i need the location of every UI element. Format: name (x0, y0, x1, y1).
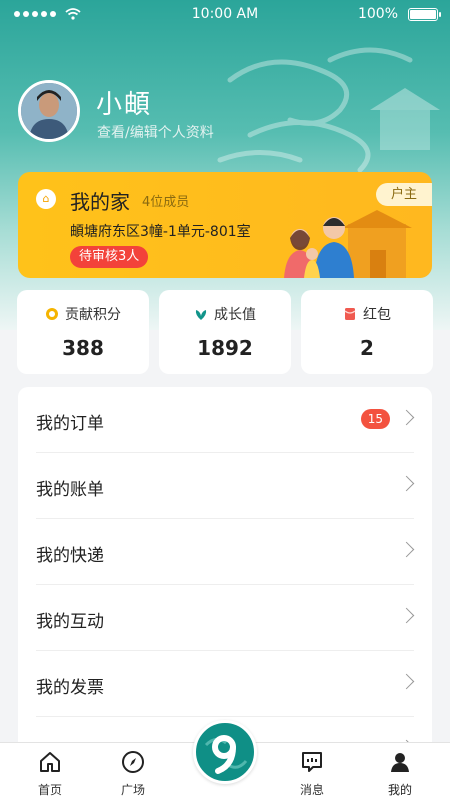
menu-item-label: 我的互动 (36, 612, 104, 632)
stat-label: 贡献积分 (65, 307, 121, 323)
stat-growth-value[interactable]: 成长值 1892 (159, 290, 291, 374)
home-badge-icon: ⌂ (36, 189, 56, 209)
chevron-right-icon (398, 673, 415, 690)
red-envelope-icon (344, 308, 356, 320)
family-title: 我的家 (70, 190, 130, 214)
tab-mine[interactable]: 我的 (365, 743, 435, 800)
stat-value: 2 (360, 336, 374, 360)
tab-label: 消息 (299, 783, 324, 797)
stat-label: 成长值 (214, 307, 256, 323)
decorative-cloud-pattern (217, 47, 440, 173)
order-count-badge: 15 (360, 409, 390, 429)
user-name[interactable]: 小頔 (96, 84, 152, 121)
menu-list: 我的订单 15 我的账单 我的快递 我的互动 我的发票 (18, 387, 432, 767)
avatar[interactable] (18, 80, 80, 142)
menu-item-label: 我的快递 (36, 546, 104, 566)
stat-value: 388 (62, 336, 104, 360)
tab-label: 我的 (387, 783, 412, 797)
menu-item-label: 我的发票 (36, 678, 104, 698)
menu-item-invoices[interactable]: 我的发票 (36, 651, 415, 717)
stat-contribution-points[interactable]: 贡献积分 388 (17, 290, 149, 374)
pending-review-badge[interactable]: 待审核3人 (70, 246, 149, 268)
chevron-right-icon (398, 607, 415, 624)
battery-percent: 100% (357, 6, 398, 22)
person-icon (391, 753, 409, 772)
stat-red-envelope[interactable]: 红包 2 (301, 290, 433, 374)
tab-plaza[interactable]: 广场 (98, 743, 168, 800)
menu-item-interactions[interactable]: 我的互动 (36, 585, 415, 651)
menu-item-express[interactable]: 我的快递 (36, 519, 415, 585)
family-member-count: 4位成员 (142, 195, 190, 210)
message-icon (302, 752, 322, 772)
coin-icon (46, 308, 58, 320)
family-address: 頔塘府东区3幢-1单元-801室 (70, 224, 251, 240)
tab-label: 广场 (120, 783, 145, 797)
tab-label: 首页 (37, 783, 62, 797)
tab-home[interactable]: 首页 (15, 743, 85, 800)
menu-item-orders[interactable]: 我的订单 15 (36, 387, 415, 453)
stat-label: 红包 (363, 307, 391, 323)
stat-value: 1892 (197, 336, 253, 360)
tab-messages[interactable]: 消息 (277, 743, 347, 800)
family-illustration (284, 210, 412, 278)
menu-item-label: 我的订单 (36, 414, 104, 434)
center-logo-icon (198, 725, 252, 779)
chevron-right-icon (398, 409, 415, 426)
family-card[interactable]: ⌂ 我的家 4位成员 頔塘府东区3幢-1单元-801室 待审核3人 户主 (18, 172, 432, 278)
role-tag: 户主 (376, 183, 432, 206)
home-icon (40, 752, 60, 772)
compass-icon (122, 751, 144, 773)
avatar-photo (21, 83, 77, 139)
chevron-right-icon (398, 541, 415, 558)
status-bar: 10:00 AM 100% (0, 0, 450, 30)
battery-icon (408, 8, 441, 21)
edit-profile-link[interactable]: 查看/编辑个人资料 (97, 122, 214, 142)
chevron-right-icon (398, 475, 415, 492)
menu-item-bills[interactable]: 我的账单 (36, 453, 415, 519)
sprout-icon (195, 310, 207, 320)
menu-item-label: 我的账单 (36, 480, 104, 500)
center-logo-button[interactable] (193, 720, 257, 784)
